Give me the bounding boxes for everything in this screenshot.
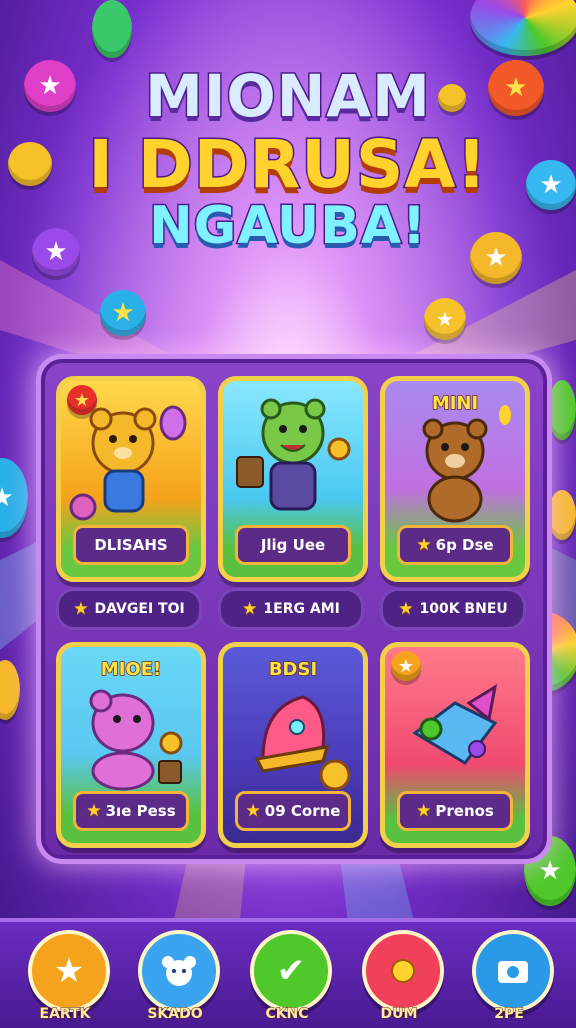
level-pill-1[interactable]: ★ DAVGEI TOI (56, 588, 202, 630)
game-title-line-2: I DDRUSA! (87, 125, 488, 205)
sun-icon[interactable] (362, 930, 444, 1012)
card-label: ★ Prenos (397, 791, 513, 831)
card-label: ★ 3ıe Pess (73, 791, 189, 831)
card-label-text: Prenos (435, 802, 494, 820)
star-icon: ★ (73, 599, 89, 619)
bear-face-glyph (162, 956, 196, 986)
brown-bear-character-icon (422, 405, 511, 523)
green-bear-character-icon (236, 398, 351, 511)
floating-star-coin (548, 380, 576, 440)
card-label: ★ 6p Dse (397, 525, 513, 565)
star-icon: ★ (242, 599, 258, 619)
card-label: ★ 09 Corne (235, 791, 351, 831)
pill-label: 100K BNEU (419, 601, 508, 617)
pill-label: DAVGEI TOI (94, 601, 185, 617)
card-label: Jlig Uee (235, 525, 351, 565)
nav-label: SKADO (147, 1006, 203, 1023)
nav-label: 2PE (494, 1006, 525, 1023)
floating-star-coin: ★ (0, 458, 28, 538)
level-card-1[interactable]: ★ DLISAHS (56, 376, 206, 582)
level-pill-2[interactable]: ★ 1ERG AMI (218, 588, 364, 630)
level-card-5[interactable]: BDSI ★ 09 Corne (218, 642, 368, 848)
game-title-line-1: MIONAM (144, 61, 432, 132)
star-icon: ★ (86, 801, 102, 821)
yellow-bear-character-icon (69, 405, 187, 521)
level-card-6[interactable]: ★ ★ Prenos (380, 642, 530, 848)
sun-glyph (391, 959, 415, 983)
game-title-line-3: NGAUBA! (148, 195, 428, 258)
camera-icon[interactable] (472, 930, 554, 1012)
star-icon: ★ (398, 599, 414, 619)
star-icon: ★ (245, 801, 261, 821)
card-label: DLISAHS (73, 525, 189, 565)
nav-label: EARTK (39, 1006, 91, 1023)
card-label-text: 3ıe Pess (105, 802, 176, 820)
level-card-3[interactable]: MINI ★ 6p Dse (380, 376, 530, 582)
floating-star-coin: ★ (424, 298, 466, 340)
bear-face-icon[interactable] (138, 930, 220, 1012)
floating-gold-coin (0, 660, 20, 720)
level-pill-3[interactable]: ★ 100K BNEU (380, 588, 526, 630)
floating-green-coin (92, 0, 132, 58)
star-icon: ★ (416, 801, 432, 821)
nav-label: CKNC (265, 1006, 309, 1023)
level-card-2[interactable]: Jlig Uee (218, 376, 368, 582)
checkmark-icon[interactable]: ✔ (250, 930, 332, 1012)
bottom-nav-bar: ★ EARTK SKADO ✔ CKNC DUM 2PE (0, 918, 576, 1028)
card-label-text: 6p Dse (435, 536, 494, 554)
level-card-4[interactable]: MIOE! ★ 3ıe Pess (56, 642, 206, 848)
star-icon: ★ (416, 535, 432, 555)
nav-label: DUM (380, 1006, 418, 1023)
home-star-icon[interactable]: ★ (28, 930, 110, 1012)
camera-glyph (498, 961, 528, 983)
card-label-text: 09 Corne (264, 802, 341, 820)
pill-label: 1ERG AMI (263, 601, 340, 617)
floating-rainbow-ring (470, 0, 576, 56)
floating-star-coin: ★ (100, 290, 146, 336)
floating-gold-coin (548, 490, 576, 540)
